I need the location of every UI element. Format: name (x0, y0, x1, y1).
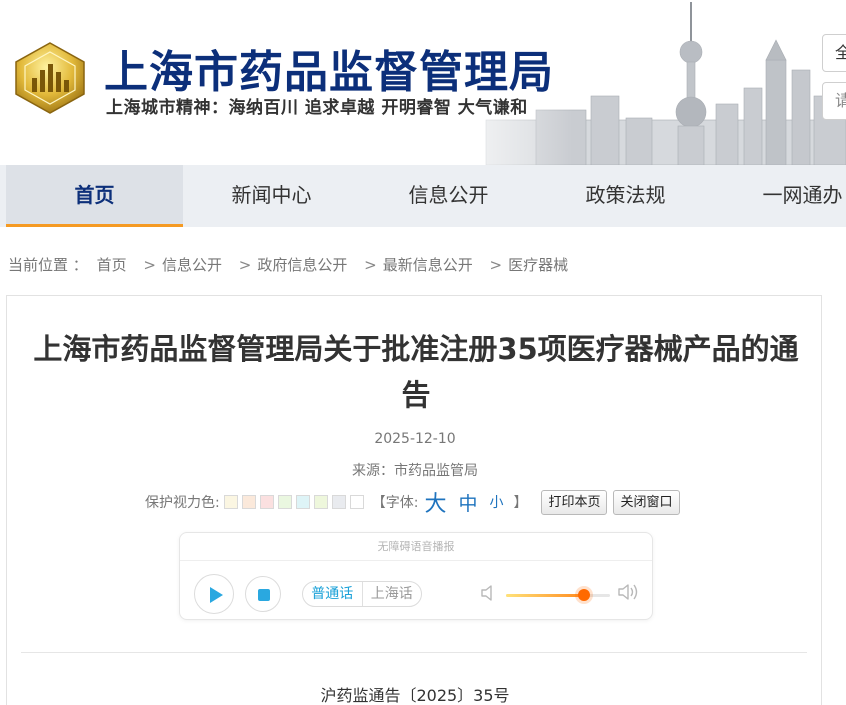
article-source: 来源：市药品监管局 (352, 463, 478, 479)
breadcrumb-item-medical-devices[interactable]: 医疗器械 (508, 256, 568, 274)
nav-item-info-disclosure[interactable]: 信息公开 (360, 165, 537, 227)
nav-item-one-stop-service[interactable]: 一网通办 (714, 165, 846, 227)
breadcrumb: 当前位置 ： 首页 > 信息公开 > 政府信息公开 > 最新信息公开 > 医疗器械 (8, 254, 572, 275)
breadcrumb-prefix: 当前位置 ： (8, 256, 88, 274)
eye-color-swatch-5[interactable] (295, 495, 310, 509)
volume-slider-knob[interactable] (578, 589, 590, 601)
eye-color-swatch-2[interactable] (241, 495, 256, 509)
print-button[interactable]: 打印本页 (541, 489, 608, 515)
site-slogan: 上海城市精神：海纳百川 追求卓越 开明睿智 大气谦和 (106, 98, 528, 118)
nav-item-policy[interactable]: 政策法规 (537, 165, 714, 227)
eye-color-swatch-7[interactable] (331, 495, 346, 509)
article-date: 2025-12-10 (374, 431, 456, 447)
breadcrumb-item-latest-info[interactable]: 最新信息公开 (383, 256, 473, 274)
article-card: 上海市药品监督管理局关于批准注册35项医疗器械产品的通告 2025-12-10 … (6, 295, 822, 705)
breadcrumb-separator: > (238, 256, 252, 274)
header-language-button[interactable]: 全 (822, 34, 846, 72)
breadcrumb-separator: > (489, 256, 503, 274)
volume-low-icon (481, 585, 492, 601)
audio-player: 无障碍语音播报 普通话 上海话 (179, 532, 653, 620)
breadcrumb-item-gov-info[interactable]: 政府信息公开 (257, 256, 347, 274)
document-number: 沪药监通告〔2025〕35号 (320, 686, 510, 705)
eye-color-swatch-4[interactable] (277, 495, 292, 509)
audio-player-header: 无障碍语音播报 (180, 533, 652, 561)
article-title: 上海市药品监督管理局关于批准注册35项医疗器械产品的通告 (33, 332, 799, 412)
eye-color-swatch-1[interactable] (223, 495, 238, 509)
font-size-bracket: 】 (513, 495, 528, 511)
nav-item-home[interactable]: 首页 (6, 165, 183, 227)
header-search-input[interactable]: 请 (822, 82, 846, 120)
volume-high-icon (618, 584, 638, 600)
lang-mandarin[interactable]: 普通话 (303, 582, 362, 606)
font-size-medium[interactable]: 中 (458, 489, 477, 516)
close-window-button[interactable]: 关闭窗口 (613, 489, 680, 515)
bureau-logo (15, 42, 85, 114)
stop-icon (258, 589, 270, 601)
nav-item-news[interactable]: 新闻中心 (183, 165, 360, 227)
font-size-large[interactable]: 大 (424, 486, 446, 518)
eye-color-swatch-3[interactable] (259, 495, 274, 509)
stop-button[interactable] (245, 576, 281, 612)
site-title: 上海市药品监督管理局 (104, 47, 554, 98)
font-size-label: 【字体: (371, 495, 419, 511)
volume-slider-fill (506, 594, 584, 597)
eye-color-swatch-6[interactable] (313, 495, 328, 509)
eye-color-swatch-8[interactable] (349, 495, 364, 509)
breadcrumb-item-home[interactable]: 首页 (97, 256, 127, 274)
play-icon (210, 587, 223, 603)
play-button[interactable] (194, 574, 234, 614)
content-divider (21, 652, 807, 653)
breadcrumb-separator: > (364, 256, 377, 274)
article-tools: 保护视力色: 【字体: 大 中 小 】 打印本页 关闭窗口 (145, 486, 680, 518)
breadcrumb-item-info[interactable]: 信息公开 (162, 256, 222, 274)
font-size-small[interactable]: 小 (489, 492, 503, 512)
breadcrumb-separator: > (143, 256, 156, 274)
volume-slider[interactable] (506, 589, 610, 601)
lang-shanghainese[interactable]: 上海话 (361, 582, 422, 606)
language-toggle: 普通话 上海话 (302, 581, 422, 607)
site-header: 上海市药品监督管理局 上海城市精神：海纳百川 追求卓越 开明睿智 大气谦和 全 … (0, 0, 846, 165)
eye-protection-label: 保护视力色: (145, 495, 220, 511)
main-nav: 首页 新闻中心 信息公开 政策法规 一网通办 (0, 165, 846, 227)
